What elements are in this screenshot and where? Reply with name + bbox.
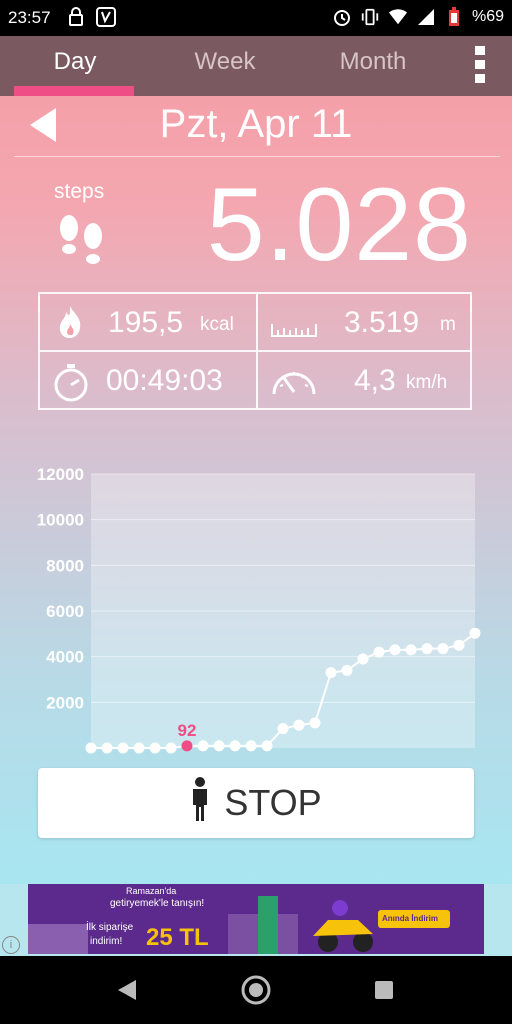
chart-point — [229, 740, 241, 752]
chart-point — [453, 639, 465, 651]
chart-point — [469, 627, 481, 639]
chart-y-tick-label: 12000 — [37, 465, 84, 484]
speed-stat: 4,3 km/h — [258, 352, 474, 408]
ad-text-line2: getiryemek'le tanışın! — [110, 898, 205, 909]
overflow-menu-icon[interactable] — [472, 46, 488, 86]
chart-point — [213, 740, 225, 752]
speed-unit: km/h — [406, 372, 448, 393]
chart-y-tick-label: 4000 — [46, 648, 84, 667]
chart-highlight-label: 92 — [178, 721, 197, 740]
steps-count: 5.028 — [206, 167, 472, 283]
vibrate-icon — [360, 6, 380, 28]
chart-point — [165, 742, 177, 754]
chart-y-tick-label: 6000 — [46, 602, 84, 621]
chart-point — [149, 742, 161, 754]
chart-point — [389, 644, 401, 656]
distance-value: 3.519 — [344, 306, 420, 339]
tab-month[interactable]: Month — [298, 48, 448, 76]
stop-button[interactable]: STOP — [38, 768, 474, 838]
ad-text-line1: Ramazan'da — [126, 886, 177, 896]
chart-point — [117, 742, 129, 754]
alarm-icon — [332, 6, 352, 28]
tab-week[interactable]: Week — [150, 48, 300, 76]
recents-nav-icon[interactable] — [374, 980, 394, 1005]
battery-percent: %69 — [471, 8, 504, 25]
chart-point — [405, 644, 417, 656]
speedometer-icon — [270, 362, 318, 407]
app-notification-icon — [96, 6, 116, 28]
navigation-bar — [0, 956, 512, 1024]
date-label: Pzt, Apr 11 — [159, 102, 353, 146]
duration-stat: 00:49:03 — [40, 352, 256, 408]
chart-point — [133, 742, 145, 754]
chart-point — [261, 740, 273, 752]
person-icon — [190, 776, 210, 830]
calories-stat: 195,5 kcal — [40, 294, 256, 350]
back-nav-icon[interactable] — [116, 978, 138, 1007]
divider — [14, 156, 500, 157]
chart-point — [421, 643, 433, 655]
chart-point — [437, 643, 449, 655]
signal-icon — [416, 6, 436, 28]
distance-unit: m — [440, 314, 456, 335]
ad-amount: 25 TL — [146, 924, 209, 951]
chart-point — [357, 653, 369, 665]
status-time: 23:57 — [8, 8, 51, 27]
stats-grid: 195,5 kcal 3.519 m 00:49:03 4,3 km/h — [38, 292, 472, 410]
footprints-icon — [56, 214, 108, 275]
chart-point — [85, 742, 97, 754]
lock-icon — [66, 6, 86, 28]
ad-banner[interactable]: Ramazan'da getiryemek'le tanışın! İlk si… — [28, 884, 484, 954]
tab-bar: Day Week Month — [0, 36, 512, 96]
chart-y-tick-label: 2000 — [46, 693, 84, 712]
tab-day[interactable]: Day — [0, 48, 150, 76]
chart-point — [341, 664, 353, 676]
calories-unit: kcal — [200, 314, 234, 335]
chart-point — [277, 723, 289, 735]
date-row: Pzt, Apr 11 — [0, 98, 512, 154]
chart-y-tick-label: 10000 — [37, 511, 84, 530]
ruler-icon — [270, 304, 318, 345]
chart-y-tick-label: 8000 — [46, 556, 84, 575]
stop-button-label: STOP — [224, 782, 322, 823]
app-screen: Day Week Month Pzt, Apr 11 steps 5.028 1… — [0, 36, 512, 884]
chart-point — [325, 667, 337, 679]
chart-point — [293, 719, 305, 731]
tab-indicator — [14, 86, 134, 96]
chart-point — [245, 740, 257, 752]
ad-area: i Ramazan'da getiryemek'le tanışın! İlk … — [0, 884, 512, 956]
ad-text-line4: indirim! — [90, 936, 123, 947]
ad-text-line3: İlk siparişe — [86, 922, 134, 933]
calories-value: 195,5 — [108, 306, 184, 339]
chart-point — [101, 742, 113, 754]
steps-chart: 2000400060008000100001200024681012141618… — [37, 465, 481, 754]
steps-label: steps — [54, 180, 105, 203]
chart-point — [373, 646, 385, 658]
chart-point — [309, 717, 321, 729]
ad-info-icon[interactable]: i — [2, 936, 20, 954]
chart-point — [197, 740, 209, 752]
flame-icon — [52, 304, 88, 345]
stopwatch-icon — [52, 362, 90, 407]
duration-value: 00:49:03 — [106, 364, 223, 397]
status-bar: 23:57 %69 — [0, 0, 512, 36]
chart-highlight-point — [181, 740, 193, 752]
wifi-icon — [388, 6, 408, 28]
home-nav-icon[interactable] — [240, 974, 272, 1011]
speed-value: 4,3 — [354, 364, 396, 397]
distance-stat: 3.519 m — [258, 294, 474, 350]
ad-cta: Anında İndirim — [382, 914, 438, 923]
battery-icon — [444, 6, 464, 28]
